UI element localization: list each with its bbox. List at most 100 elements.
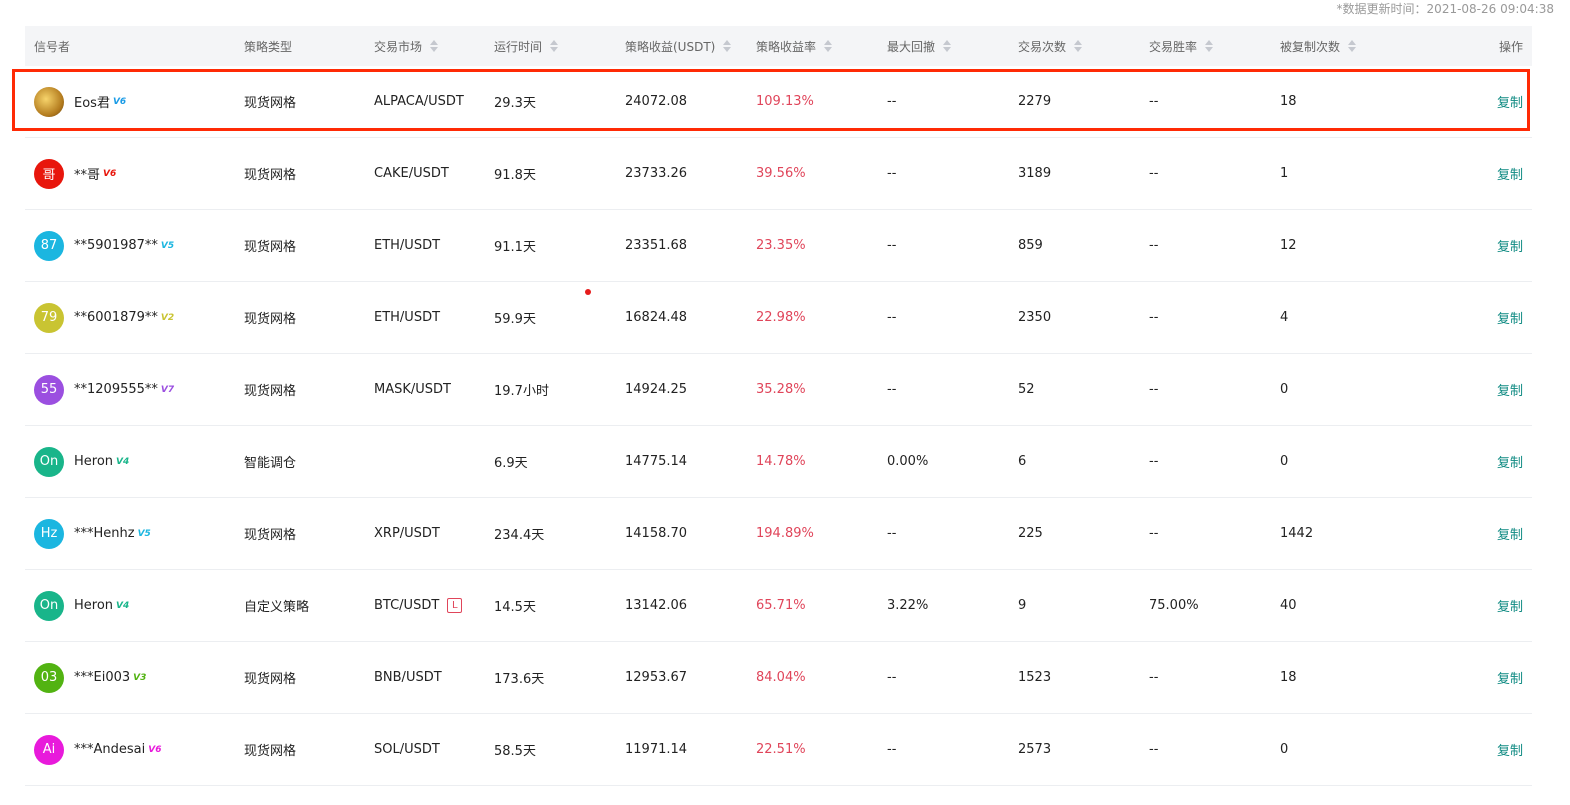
trade-count: 52 xyxy=(1018,382,1035,397)
sort-icon[interactable] xyxy=(1348,40,1357,52)
sort-icon[interactable] xyxy=(430,40,439,52)
max-drawdown: -- xyxy=(887,526,897,541)
market: ETH/USDT xyxy=(374,310,441,325)
header-market[interactable]: 交易市场 xyxy=(374,26,439,66)
signaler-cell[interactable]: 79 **6001879** V2 xyxy=(34,282,174,353)
signaler-name[interactable]: Heron xyxy=(74,598,113,613)
table-row[interactable]: 哥 **哥 V6 现货网格 CAKE/USDT 91.8天 23733.26 3… xyxy=(25,138,1532,210)
table-row[interactable]: 03 ***Ei003 V3 现货网格 BNB/USDT 173.6天 1295… xyxy=(25,642,1532,714)
table-row[interactable]: Ai ***Andesai V6 现货网格 SOL/USDT 58.5天 119… xyxy=(25,714,1532,786)
avatar[interactable]: 55 xyxy=(34,374,64,405)
sort-icon[interactable] xyxy=(1205,40,1214,52)
header-trades[interactable]: 交易次数 xyxy=(1018,26,1083,66)
table-row[interactable]: 55 **1209555** V7 现货网格 MASK/USDT 19.7小时 … xyxy=(25,354,1532,426)
header-max-drawdown[interactable]: 最大回撤 xyxy=(887,26,952,66)
runtime: 173.6天 xyxy=(494,672,545,687)
market-cell: ALPACA/USDT xyxy=(374,66,464,137)
avatar[interactable]: 79 xyxy=(34,302,64,333)
signaler-cell[interactable]: Hz ***Henhz V5 xyxy=(34,498,151,569)
win-rate: -- xyxy=(1149,382,1159,397)
signaler-cell[interactable]: On Heron V4 xyxy=(34,426,129,497)
header-runtime[interactable]: 运行时间 xyxy=(494,26,559,66)
avatar[interactable]: 87 xyxy=(34,230,64,261)
market-cell: XRP/USDT xyxy=(374,498,440,569)
market: XRP/USDT xyxy=(374,526,440,541)
signaler-name[interactable]: Eos君 xyxy=(74,92,110,111)
avatar[interactable] xyxy=(34,86,64,117)
avatar[interactable]: Hz xyxy=(34,518,64,549)
header-rate[interactable]: 策略收益率 xyxy=(756,26,833,66)
sort-icon[interactable] xyxy=(1074,40,1083,52)
table-header: 信号者 策略类型 交易市场 运行时间 策略收益(USDT) 策略收益率 最大回撤… xyxy=(25,26,1532,66)
table-row[interactable]: On Heron V4 自定义策略 BTC/USDT L 14.5天 13142… xyxy=(25,570,1532,642)
sort-icon[interactable] xyxy=(723,40,732,52)
copied-count: 40 xyxy=(1280,598,1297,613)
copy-button[interactable]: 复制 xyxy=(1497,570,1523,641)
header-profit[interactable]: 策略收益(USDT) xyxy=(625,26,732,66)
market: MASK/USDT xyxy=(374,382,451,397)
vip-badge-icon: V6 xyxy=(103,168,117,179)
copy-button[interactable]: 复制 xyxy=(1497,138,1523,209)
profit: 23351.68 xyxy=(625,238,688,253)
copied-count: 18 xyxy=(1280,94,1297,109)
copy-button[interactable]: 复制 xyxy=(1497,498,1523,569)
signaler-name[interactable]: ***Andesai xyxy=(74,742,145,757)
trade-count: 2279 xyxy=(1018,94,1052,109)
profit-rate: 109.13% xyxy=(756,94,814,109)
signaler-cell[interactable]: 哥 **哥 V6 xyxy=(34,138,116,209)
profit-rate: 84.04% xyxy=(756,670,806,685)
copy-button[interactable]: 复制 xyxy=(1497,426,1523,497)
copy-button[interactable]: 复制 xyxy=(1497,354,1523,425)
sort-icon[interactable] xyxy=(824,40,833,52)
profit-rate: 23.35% xyxy=(756,238,806,253)
signaler-name[interactable]: **6001879** xyxy=(74,310,158,325)
market: BNB/USDT xyxy=(374,670,442,685)
table-row[interactable]: Hz ***Henhz V5 现货网格 XRP/USDT 234.4天 1415… xyxy=(25,498,1532,570)
win-rate: -- xyxy=(1149,454,1159,469)
profit-rate: 65.71% xyxy=(756,598,806,613)
table-row[interactable]: Eos君 V6 现货网格 ALPACA/USDT 29.3天 24072.08 … xyxy=(25,66,1532,138)
copy-button[interactable]: 复制 xyxy=(1497,66,1523,137)
copy-button[interactable]: 复制 xyxy=(1497,210,1523,281)
table-row[interactable]: 79 **6001879** V2 现货网格 ETH/USDT 59.9天 16… xyxy=(25,282,1532,354)
sort-icon[interactable] xyxy=(943,40,952,52)
signaler-name[interactable]: Heron xyxy=(74,454,113,469)
avatar[interactable]: Ai xyxy=(34,734,64,765)
sort-icon[interactable] xyxy=(550,40,559,52)
signaler-cell[interactable]: Eos君 V6 xyxy=(34,66,126,137)
signaler-cell[interactable]: On Heron V4 xyxy=(34,570,129,641)
profit-rate: 39.56% xyxy=(756,166,806,181)
copy-button[interactable]: 复制 xyxy=(1497,282,1523,353)
header-rate-label: 策略收益率 xyxy=(756,39,817,54)
copied-count: 4 xyxy=(1280,310,1289,325)
signaler-name[interactable]: **哥 xyxy=(74,164,100,183)
signaler-name[interactable]: **5901987** xyxy=(74,238,158,253)
signaler-name[interactable]: **1209555** xyxy=(74,382,158,397)
copy-button[interactable]: 复制 xyxy=(1497,714,1523,785)
signaler-name[interactable]: ***Henhz xyxy=(74,526,135,541)
trade-count: 859 xyxy=(1018,238,1043,253)
table-row[interactable]: On Heron V4 智能调仓 6.9天 14775.14 14.78% 0.… xyxy=(25,426,1532,498)
copy-button[interactable]: 复制 xyxy=(1497,642,1523,713)
table-row[interactable]: 87 **5901987** V5 现货网格 ETH/USDT 91.1天 23… xyxy=(25,210,1532,282)
market: ETH/USDT xyxy=(374,238,441,253)
market-cell: ETH/USDT xyxy=(374,282,440,353)
avatar[interactable]: 哥 xyxy=(34,158,64,189)
signaler-cell[interactable]: Ai ***Andesai V6 xyxy=(34,714,161,785)
vip-badge-icon: V6 xyxy=(148,744,162,755)
strategy-type: 现货网格 xyxy=(244,96,297,111)
signaler-cell[interactable]: 03 ***Ei003 V3 xyxy=(34,642,146,713)
signaler-cell[interactable]: 55 **1209555** V7 xyxy=(34,354,174,425)
avatar[interactable]: On xyxy=(34,590,64,621)
header-max-drawdown-label: 最大回撤 xyxy=(887,39,936,54)
profit-rate: 14.78% xyxy=(756,454,806,469)
header-copied[interactable]: 被复制次数 xyxy=(1280,26,1357,66)
profit-rate: 22.51% xyxy=(756,742,806,757)
avatar[interactable]: 03 xyxy=(34,662,64,693)
avatar[interactable]: On xyxy=(34,446,64,477)
signaler-name[interactable]: ***Ei003 xyxy=(74,670,130,685)
strategy-table: 信号者 策略类型 交易市场 运行时间 策略收益(USDT) 策略收益率 最大回撤… xyxy=(25,26,1532,786)
runtime: 58.5天 xyxy=(494,744,536,759)
signaler-cell[interactable]: 87 **5901987** V5 xyxy=(34,210,174,281)
header-win-rate[interactable]: 交易胜率 xyxy=(1149,26,1214,66)
